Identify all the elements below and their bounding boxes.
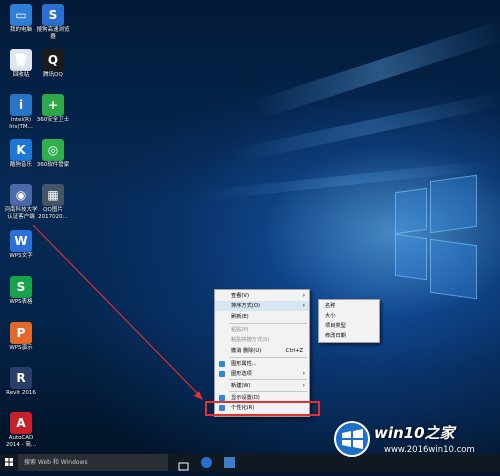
menu-item: 粘贴快捷方式(S): [215, 335, 309, 345]
menu-item-label: 查看(V): [231, 293, 249, 299]
file-explorer-taskbar-icon[interactable]: [224, 457, 235, 468]
menu-item-label: 撤消 删除(U): [231, 348, 262, 354]
chevron-right-icon: ›: [302, 302, 305, 309]
chevron-right-icon: ›: [302, 370, 305, 377]
menu-item[interactable]: 图形属性...: [215, 359, 309, 369]
menu-item-label: 粘贴(P): [231, 327, 249, 333]
menu-item: 粘贴(P): [215, 325, 309, 335]
sort-submenu[interactable]: 名称 大小 项目类型 修改日期: [318, 299, 380, 343]
menu-item-icon: [219, 361, 225, 367]
chevron-right-icon: ›: [302, 382, 305, 389]
context-menu[interactable]: 查看(V) › 排序方式(O) › 刷新(E) 粘贴(P) 粘贴快捷方式(S) 撤消 删除(U…: [214, 289, 310, 417]
menu-item-label: 图形属性...: [231, 361, 257, 367]
sort-option[interactable]: 名称: [325, 302, 335, 311]
menu-item-label: 粘贴快捷方式(S): [231, 337, 270, 343]
menu-item-label: 新建(W): [231, 383, 251, 389]
taskbar-search-box[interactable]: 搜索 Web 和 Windows: [18, 454, 168, 471]
windows-start-icon: [5, 458, 13, 466]
sort-option[interactable]: 大小: [325, 312, 335, 321]
desktop[interactable]: ▭ 我的电脑 S 搜狗高速浏览 器 🗑 回收站 Q 腾讯QQ i Intel(R) Iris(TM…: [0, 0, 500, 454]
menu-item-label: 图形选项: [231, 371, 252, 377]
win10-logo-icon: [334, 421, 370, 457]
menu-separator: [229, 323, 307, 324]
menu-item-label: 刷新(E): [231, 314, 249, 320]
start-button[interactable]: [0, 454, 18, 471]
menu-item[interactable]: 排序方式(O) ›: [215, 301, 309, 311]
menu-item-label: 排序方式(O): [231, 303, 260, 309]
menu-separator: [229, 391, 307, 392]
menu-item-icon: [219, 371, 225, 377]
watermark-url: www.2016win10.com: [384, 445, 475, 455]
sort-option[interactable]: 修改日期: [325, 332, 346, 341]
menu-item[interactable]: 刷新(E): [215, 312, 309, 322]
menu-separator: [229, 379, 307, 380]
highlight-box: [205, 401, 320, 416]
chevron-right-icon: ›: [302, 292, 305, 299]
menu-item-shortcut: Ctrl+Z: [285, 348, 303, 354]
menu-item[interactable]: 查看(V) ›: [215, 291, 309, 301]
search-placeholder: 搜索 Web 和 Windows: [24, 459, 88, 466]
sort-option[interactable]: 项目类型: [325, 322, 346, 331]
menu-item[interactable]: 新建(W) ›: [215, 381, 309, 391]
menu-item[interactable]: 撤消 删除(U) Ctrl+Z: [215, 346, 309, 356]
watermark: win10之家 www.2016win10.com: [330, 418, 500, 471]
task-view-icon[interactable]: [178, 457, 189, 471]
menu-separator: [229, 357, 307, 358]
sogou-taskbar-icon[interactable]: [201, 457, 212, 468]
menu-item[interactable]: 图形选项 ›: [215, 369, 309, 379]
watermark-title: win10之家: [374, 424, 455, 442]
